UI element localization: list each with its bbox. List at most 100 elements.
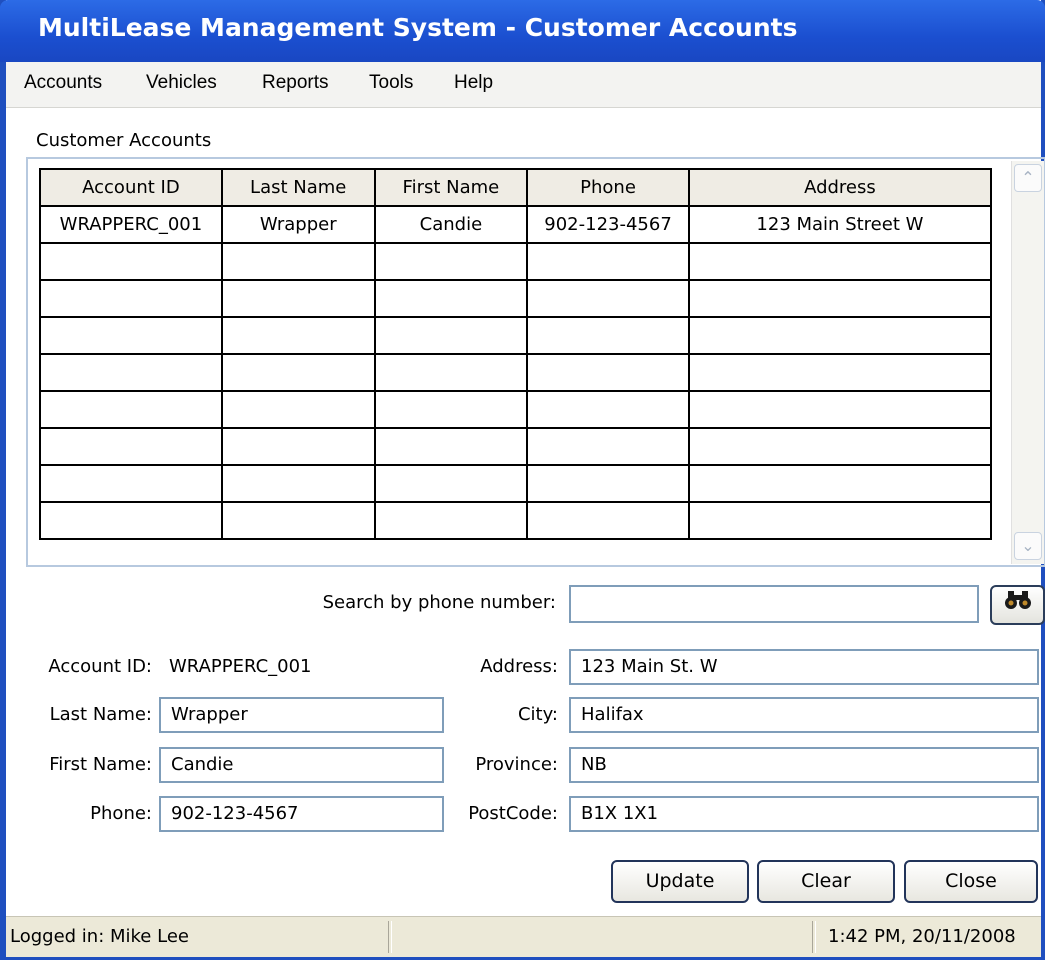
city-label: City:	[517, 704, 558, 725]
empty-cell	[220, 316, 376, 355]
empty-cell	[687, 464, 993, 503]
scroll-up-button[interactable]: ⌃	[1014, 164, 1042, 192]
search-button[interactable]	[990, 585, 1045, 625]
empty-table-row[interactable]	[39, 427, 993, 466]
empty-cell	[39, 427, 223, 466]
empty-cell	[687, 390, 993, 429]
empty-cell	[526, 390, 690, 429]
empty-table-row[interactable]	[39, 464, 993, 503]
menu-bar: Accounts Vehicles Reports Tools Help	[6, 62, 1041, 108]
empty-table-row[interactable]	[39, 390, 993, 429]
empty-cell	[220, 390, 376, 429]
cell-last-name: Wrapper	[220, 205, 376, 244]
empty-cell	[373, 464, 529, 503]
address-field[interactable]: 123 Main St. W	[569, 649, 1039, 685]
last-name-label: Last Name:	[49, 704, 152, 725]
empty-cell	[687, 353, 993, 392]
phone-label: Phone:	[90, 803, 152, 824]
search-phone-input[interactable]	[569, 585, 979, 623]
column-header-last-name[interactable]: Last Name	[220, 168, 376, 207]
phone-field[interactable]: 902-123-4567	[159, 796, 444, 832]
empty-cell	[687, 427, 993, 466]
update-button[interactable]: Update	[611, 860, 749, 903]
empty-table-row[interactable]	[39, 279, 993, 318]
first-name-label: First Name:	[49, 754, 152, 775]
last-name-field[interactable]: Wrapper	[159, 697, 444, 733]
binoculars-icon	[1004, 591, 1031, 617]
accounts-table: Account ID Last Name First Name Phone Ad…	[39, 168, 993, 540]
clear-button[interactable]: Clear	[757, 860, 895, 903]
menu-tools[interactable]: Tools	[369, 72, 413, 94]
empty-cell	[526, 353, 690, 392]
empty-cell	[220, 427, 376, 466]
empty-cell	[39, 353, 223, 392]
empty-cell	[373, 501, 529, 540]
empty-cell	[39, 242, 223, 281]
empty-cell	[373, 427, 529, 466]
empty-cell	[373, 390, 529, 429]
empty-table-row[interactable]	[39, 501, 993, 540]
title-bar[interactable]: MultiLease Management System - Customer …	[0, 0, 1045, 62]
cell-phone: 902-123-4567	[526, 205, 690, 244]
empty-cell	[39, 464, 223, 503]
cell-address: 123 Main Street W	[687, 205, 993, 244]
account-id-label: Account ID:	[48, 656, 152, 677]
empty-table-row[interactable]	[39, 353, 993, 392]
empty-cell	[39, 279, 223, 318]
empty-cell	[39, 316, 223, 355]
empty-cell	[526, 316, 690, 355]
empty-cell	[39, 501, 223, 540]
empty-cell	[373, 353, 529, 392]
table-header-row: Account ID Last Name First Name Phone Ad…	[39, 168, 993, 207]
column-header-address[interactable]: Address	[687, 168, 993, 207]
empty-cell	[220, 279, 376, 318]
empty-cell	[373, 242, 529, 281]
empty-cell	[373, 316, 529, 355]
empty-cell	[39, 390, 223, 429]
city-field[interactable]: Halifax	[569, 697, 1039, 733]
empty-table-row[interactable]	[39, 242, 993, 281]
status-separator	[812, 921, 816, 953]
status-separator	[388, 921, 392, 953]
status-bar: Logged in: Mike Lee 1:42 PM, 20/11/2008	[6, 916, 1041, 957]
menu-reports[interactable]: Reports	[262, 72, 329, 94]
empty-cell	[220, 464, 376, 503]
postcode-field[interactable]: B1X 1X1	[569, 796, 1039, 832]
section-label: Customer Accounts	[36, 130, 212, 151]
province-field[interactable]: NB	[569, 747, 1039, 783]
close-button[interactable]: Close	[904, 860, 1038, 903]
province-label: Province:	[475, 754, 558, 775]
empty-cell	[526, 464, 690, 503]
postcode-label: PostCode:	[468, 803, 558, 824]
status-logged-in-user: Logged in: Mike Lee	[10, 926, 189, 947]
empty-cell	[220, 501, 376, 540]
empty-cell	[687, 279, 993, 318]
search-label: Search by phone number:	[322, 592, 556, 613]
empty-cell	[373, 279, 529, 318]
empty-cell	[526, 242, 690, 281]
column-header-account-id[interactable]: Account ID	[39, 168, 223, 207]
empty-cell	[526, 279, 690, 318]
empty-cell	[526, 501, 690, 540]
cell-account-id: WRAPPERC_001	[39, 205, 223, 244]
chevron-up-icon: ⌃	[1021, 168, 1035, 187]
menu-accounts[interactable]: Accounts	[24, 72, 102, 94]
window-title: MultiLease Management System - Customer …	[38, 13, 798, 42]
empty-cell	[220, 242, 376, 281]
empty-cell	[687, 242, 993, 281]
menu-vehicles[interactable]: Vehicles	[146, 72, 217, 94]
empty-cell	[687, 316, 993, 355]
cell-first-name: Candie	[373, 205, 529, 244]
first-name-field[interactable]: Candie	[159, 747, 444, 783]
column-header-first-name[interactable]: First Name	[373, 168, 529, 207]
table-scrollbar[interactable]: ⌃ ⌄	[1011, 161, 1044, 564]
empty-cell	[687, 501, 993, 540]
column-header-phone[interactable]: Phone	[526, 168, 690, 207]
account-id-value: WRAPPERC_001	[169, 656, 312, 677]
chevron-down-icon: ⌄	[1021, 536, 1035, 555]
table-row[interactable]: WRAPPERC_001 Wrapper Candie 902-123-4567…	[39, 205, 993, 244]
empty-cell	[220, 353, 376, 392]
empty-table-row[interactable]	[39, 316, 993, 355]
scroll-down-button[interactable]: ⌄	[1014, 532, 1042, 560]
menu-help[interactable]: Help	[454, 72, 493, 94]
